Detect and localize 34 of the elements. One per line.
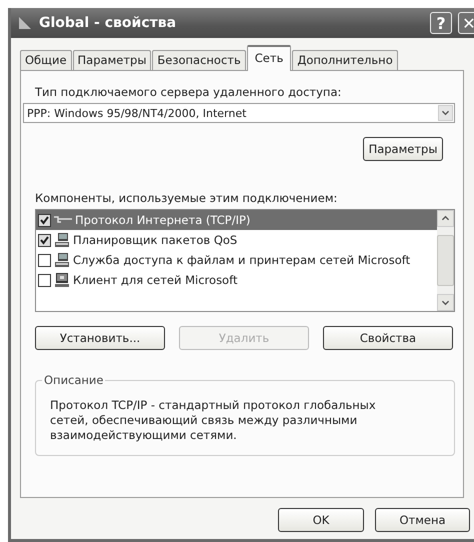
computer-icon xyxy=(54,272,70,288)
group-title: Описание xyxy=(42,373,106,387)
connection-icon xyxy=(17,16,33,30)
server-type-dropdown[interactable]: PPP: Windows 95/98/NT4/2000, Internet xyxy=(23,103,455,123)
computer-icon xyxy=(54,252,70,268)
tab[interactable]: Общие xyxy=(20,50,72,70)
list-item[interactable]: Клиент для сетей Microsoft xyxy=(36,270,437,290)
close-button[interactable]: ✕ xyxy=(458,12,474,34)
description-text: Протокол TCP/IP - стандартный протокол глобальных сетей, обеспечивающий связь между различными взаимодействующими сетями. xyxy=(50,398,377,443)
checkbox[interactable] xyxy=(38,214,51,226)
scroll-down-button[interactable] xyxy=(437,294,454,311)
checkbox[interactable] xyxy=(38,274,51,286)
component-button[interactable]: Установить... xyxy=(35,326,165,350)
list-item[interactable]: Служба доступа к файлам и принтерам сетей Microsoft xyxy=(36,250,437,270)
component-button[interactable]: Свойства xyxy=(323,326,453,350)
list-item[interactable]: Протокол Интернета (TCP/IP) xyxy=(36,210,437,230)
scroll-up-button[interactable] xyxy=(437,210,454,227)
dialog-button[interactable]: OK xyxy=(278,508,364,532)
settings-button[interactable]: Параметры xyxy=(363,137,443,161)
tab[interactable]: Параметры xyxy=(72,50,152,70)
window-title: Global - свойства xyxy=(39,15,178,31)
checkbox[interactable] xyxy=(38,254,51,266)
computer-icon xyxy=(54,232,70,248)
field-label: Тип подключаемого сервера удаленного доступа: xyxy=(35,85,342,99)
dialog-button[interactable]: Отмена xyxy=(375,508,470,532)
scrollbar[interactable] xyxy=(437,210,454,311)
list-item[interactable]: Планировщик пакетов QoS xyxy=(36,230,437,250)
tab[interactable]: Дополнительно xyxy=(292,50,398,70)
tab[interactable]: Сеть xyxy=(246,45,292,71)
network-cable-icon xyxy=(54,214,72,226)
help-button[interactable]: ? xyxy=(430,12,452,34)
tab[interactable]: Безопасность xyxy=(152,50,246,70)
checkbox[interactable] xyxy=(38,234,51,246)
list-label: Компоненты, используемые этим подключением: xyxy=(35,191,338,205)
